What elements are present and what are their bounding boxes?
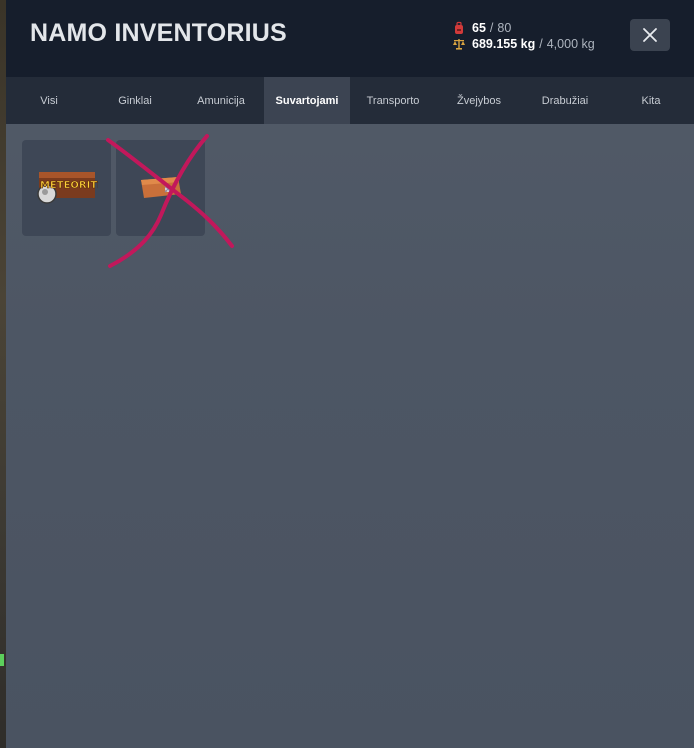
tab-ginklai[interactable]: Ginklai bbox=[92, 77, 178, 124]
weight-capacity: 689.155 kg / 4,000 kg bbox=[452, 36, 595, 52]
meteorite-logo-text: METEORITE bbox=[40, 180, 98, 191]
weight-separator: / bbox=[539, 37, 543, 51]
meteorite-item-icon: METEORITE bbox=[37, 172, 98, 204]
tab-drabuziai[interactable]: Drabužiai bbox=[522, 77, 608, 124]
tab-transporto[interactable]: Transporto bbox=[350, 77, 436, 124]
slots-used: 65 bbox=[472, 21, 486, 35]
inventory-panel: NAMO INVENTORIUS 65 / 80 689.155 kg / 4,… bbox=[6, 0, 694, 748]
inventory-header: NAMO INVENTORIUS 65 / 80 689.155 kg / 4,… bbox=[6, 0, 694, 77]
tab-visi[interactable]: Visi bbox=[6, 77, 92, 124]
close-button[interactable] bbox=[630, 19, 670, 51]
tab-kita[interactable]: Kita bbox=[608, 77, 694, 124]
tab-zvejybos[interactable]: Žvejybos bbox=[436, 77, 522, 124]
tab-suvartojami[interactable]: Suvartojami bbox=[264, 77, 350, 124]
weight-used: 689.155 kg bbox=[472, 37, 536, 51]
slots-max: 80 bbox=[497, 21, 512, 35]
inventory-slot-meteorite[interactable]: METEORITE bbox=[22, 140, 111, 236]
weight-max: 4,000 kg bbox=[546, 37, 595, 51]
slot-capacity: 65 / 80 bbox=[452, 20, 511, 36]
backpack-icon bbox=[455, 21, 463, 34]
close-icon bbox=[643, 28, 657, 42]
inventory-title: NAMO INVENTORIUS bbox=[30, 19, 287, 47]
tab-amunicija[interactable]: Amunicija bbox=[178, 77, 264, 124]
scale-icon bbox=[453, 39, 465, 50]
health-marker bbox=[0, 654, 4, 666]
ticket-item-icon bbox=[141, 177, 181, 198]
category-tabs: Visi Ginklai Amunicija Suvartojami Trans… bbox=[6, 77, 694, 124]
inventory-slot-ticket[interactable] bbox=[116, 140, 205, 236]
slots-separator: / bbox=[489, 21, 494, 35]
